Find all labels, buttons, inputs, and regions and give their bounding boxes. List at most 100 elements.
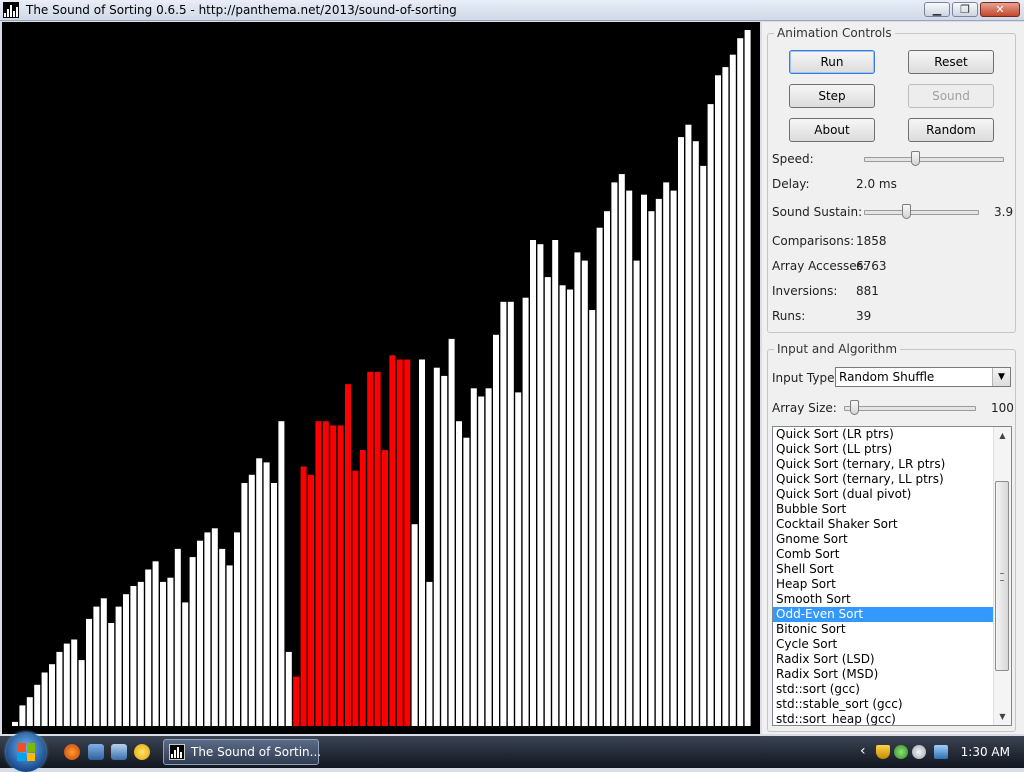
delay-value: 2.0 ms xyxy=(856,177,897,191)
bar xyxy=(160,581,166,726)
algorithm-list-item[interactable]: Quick Sort (LL ptrs) xyxy=(773,442,994,457)
start-button[interactable] xyxy=(6,732,46,772)
highlighted-bar xyxy=(337,425,344,726)
algorithm-list-item[interactable]: Odd-Even Sort xyxy=(773,607,994,622)
algorithm-list-item[interactable]: Heap Sort xyxy=(773,577,994,592)
scroll-thumb[interactable] xyxy=(995,481,1009,671)
algorithm-list-item[interactable]: Radix Sort (MSD) xyxy=(773,667,994,682)
sound-sustain-value: 3.9 xyxy=(994,205,1014,219)
algorithm-list-item[interactable]: Quick Sort (LR ptrs) xyxy=(773,427,994,442)
bar xyxy=(448,338,455,726)
bar xyxy=(123,594,129,726)
runs-label: Runs: xyxy=(772,309,806,323)
bar xyxy=(485,388,492,726)
minimize-button[interactable]: ▁ xyxy=(924,2,950,17)
algorithm-list-item[interactable]: Quick Sort (dual pivot) xyxy=(773,487,994,502)
clock: 1:30 AM xyxy=(960,745,1010,759)
bar xyxy=(655,198,662,726)
algorithm-list-item[interactable]: Bitonic Sort xyxy=(773,622,994,637)
maximize-button[interactable]: ❐ xyxy=(952,2,978,17)
algorithm-list-item[interactable]: Quick Sort (ternary, LR ptrs) xyxy=(773,457,994,472)
minimize-icon: ▁ xyxy=(932,3,942,16)
bar xyxy=(100,598,107,726)
speed-slider-track xyxy=(864,157,1004,162)
bar xyxy=(618,174,625,727)
security-shield-icon[interactable] xyxy=(876,745,890,759)
scroll-down-icon[interactable]: ▼ xyxy=(994,708,1011,725)
algorithm-list-item[interactable]: std::sort (gcc) xyxy=(773,682,994,697)
about-button[interactable]: About xyxy=(789,118,875,142)
bar xyxy=(285,651,292,726)
bar xyxy=(219,548,226,726)
sound-button[interactable]: Sound xyxy=(908,84,994,108)
algorithm-list-item[interactable]: Cocktail Shaker Sort xyxy=(773,517,994,532)
tray-expand-icon[interactable]: ‹ xyxy=(860,743,866,759)
bar xyxy=(611,182,618,726)
bar xyxy=(145,569,152,726)
random-button[interactable]: Random xyxy=(908,118,994,142)
app-icon-taskbar xyxy=(169,744,185,760)
bar xyxy=(493,334,499,726)
sound-sustain-thumb[interactable] xyxy=(902,204,911,219)
users-icon[interactable] xyxy=(894,745,908,759)
speed-slider[interactable] xyxy=(864,151,1004,166)
highlighted-bar xyxy=(308,474,314,726)
bar xyxy=(522,297,529,726)
close-button[interactable]: ✕ xyxy=(980,2,1020,17)
algorithm-list-item[interactable]: Bubble Sort xyxy=(773,502,994,517)
algorithm-list-item[interactable]: Radix Sort (LSD) xyxy=(773,652,994,667)
restore-icon: ❐ xyxy=(960,3,970,16)
run-button[interactable]: Run xyxy=(789,50,875,74)
network-icon[interactable] xyxy=(934,745,948,759)
bar xyxy=(12,721,18,726)
array-size-label: Array Size: xyxy=(772,401,837,415)
bar xyxy=(130,586,137,726)
messenger-icon[interactable] xyxy=(134,744,150,760)
array-size-thumb[interactable] xyxy=(850,400,859,415)
algorithm-list[interactable]: Quick Sort (LR ptrs) Quick Sort (LL ptrs)… xyxy=(772,426,1012,726)
bar xyxy=(71,639,78,726)
bar xyxy=(700,165,707,726)
algorithm-list-scrollbar[interactable]: ▲ ▼ xyxy=(993,427,1011,725)
bar xyxy=(197,540,203,726)
bar xyxy=(507,301,514,726)
input-type-select[interactable]: Random Shuffle ▼ xyxy=(835,367,1011,387)
bar xyxy=(26,697,33,726)
bar xyxy=(463,437,470,726)
highlighted-bar xyxy=(322,421,329,726)
algorithm-list-item[interactable]: Smooth Sort xyxy=(773,592,994,607)
close-icon: ✕ xyxy=(995,3,1005,16)
bar xyxy=(552,240,559,726)
chevron-down-icon[interactable]: ▼ xyxy=(992,368,1010,386)
comparisons-label: Comparisons: xyxy=(772,234,855,248)
algorithm-list-item[interactable]: std::sort_heap (gcc) xyxy=(773,712,994,725)
inversions-label: Inversions: xyxy=(772,284,838,298)
algorithm-list-item[interactable]: Gnome Sort xyxy=(773,532,994,547)
algorithm-list-item[interactable]: Shell Sort xyxy=(773,562,994,577)
sound-sustain-slider[interactable] xyxy=(864,204,979,219)
algorithm-list-item[interactable]: Quick Sort (ternary, LL ptrs) xyxy=(773,472,994,487)
highlighted-bar xyxy=(293,676,300,726)
reset-button[interactable]: Reset xyxy=(908,50,994,74)
bar xyxy=(663,182,670,726)
volume-icon[interactable] xyxy=(912,745,926,759)
step-button[interactable]: Step xyxy=(789,84,875,108)
scroll-up-icon[interactable]: ▲ xyxy=(994,427,1011,444)
speed-slider-thumb[interactable] xyxy=(911,151,920,166)
bar xyxy=(108,623,115,726)
bar xyxy=(152,561,159,726)
bar xyxy=(648,211,655,726)
algorithm-list-item[interactable]: Comb Sort xyxy=(773,547,994,562)
switch-windows-icon[interactable] xyxy=(111,744,127,760)
algorithm-list-item[interactable]: std::stable_sort (gcc) xyxy=(773,697,994,712)
taskbar-item-sound-of-sorting[interactable]: The Sound of Sortin... xyxy=(163,739,321,765)
highlighted-bar xyxy=(315,421,322,726)
bar xyxy=(78,660,85,726)
show-desktop-icon[interactable] xyxy=(88,744,104,760)
firefox-icon[interactable] xyxy=(64,744,80,760)
bar xyxy=(167,577,174,726)
algorithm-list-item[interactable]: Cycle Sort xyxy=(773,637,994,652)
window-title: The Sound of Sorting 0.6.5 - http://pant… xyxy=(26,3,457,17)
bar xyxy=(204,532,211,726)
array-size-slider[interactable] xyxy=(844,400,976,415)
